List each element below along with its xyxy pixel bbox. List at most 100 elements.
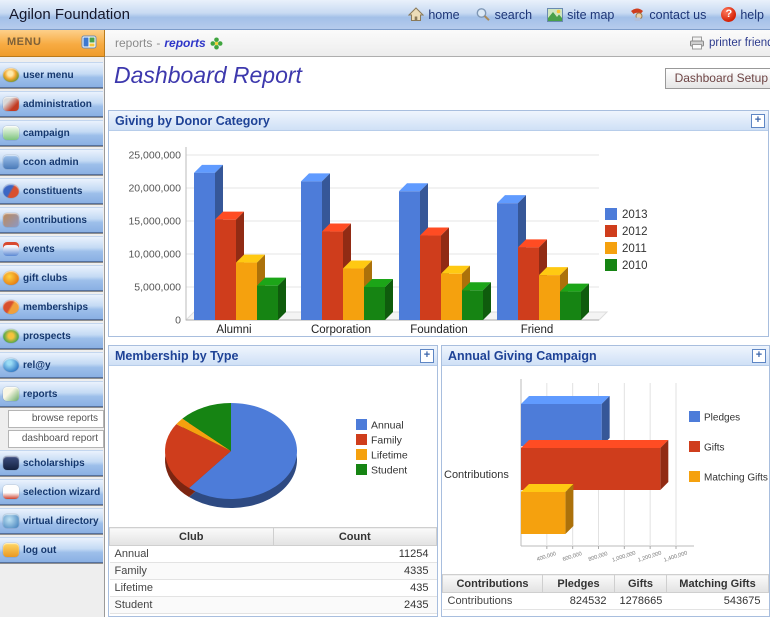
- printer-icon: [690, 36, 704, 50]
- nav-site-map[interactable]: site map: [547, 7, 615, 22]
- sidebar-item-campaign[interactable]: campaign: [0, 120, 103, 146]
- sidebar-item-events[interactable]: events: [0, 236, 103, 262]
- svg-text:Foundation: Foundation: [410, 324, 468, 336]
- svg-text:0: 0: [175, 315, 181, 327]
- sidebar-item-label: selection wizard: [23, 486, 101, 498]
- sidebar-item-memberships[interactable]: memberships: [0, 294, 103, 320]
- row-label-cell: Contributions: [442, 592, 543, 610]
- campaign-table: Contributions Pledges Gifts Matching Gif…: [442, 574, 769, 610]
- nav-contact-us[interactable]: contact us: [629, 7, 706, 22]
- sidebar-item-gift-clubs[interactable]: gift clubs: [0, 265, 103, 291]
- sidebar: user menu administration campaign ccon a…: [0, 57, 105, 617]
- table-row: Annual 11254: [109, 545, 437, 563]
- svg-text:400,000: 400,000: [536, 551, 557, 563]
- sidebar-item-label: scholarships: [23, 457, 85, 469]
- printer-friendly-link[interactable]: printer friendly: [689, 30, 770, 56]
- sidebar-item-label: ccon admin: [23, 156, 79, 168]
- svg-text:2012: 2012: [622, 226, 648, 238]
- giving-panel-body: 0 5,000,000 10,000,000 15,000,000 20,000,000…: [109, 131, 768, 337]
- search-icon: [476, 8, 490, 21]
- sidebar-item-label: virtual directory: [23, 515, 99, 527]
- svg-text:Friend: Friend: [521, 324, 554, 336]
- giving-by-donor-category-panel: Giving by Donor Category + 0 5,000,000 10,…: [108, 110, 769, 337]
- dashboard-setup-button[interactable]: Dashboard Setup: [664, 68, 770, 89]
- sidebar-item-ccon-admin[interactable]: ccon admin: [0, 149, 103, 175]
- sidebar-item-label: memberships: [23, 301, 89, 313]
- svg-text:Student: Student: [371, 465, 407, 477]
- campaign-bar-chart: 400,000 600,000 800,000 1,000,000 1,200,000 1…: [444, 379, 768, 564]
- sidebar-item-label: administration: [23, 98, 92, 110]
- selection-wizard-icon: [3, 485, 19, 499]
- sidebar-item-constituents[interactable]: constituents: [0, 178, 103, 204]
- scholarships-icon: [3, 456, 19, 470]
- campaign-table-header-contributions: Contributions: [442, 574, 543, 593]
- membership-table: Club Count Annual 11254 Family 4335 Lifeti…: [109, 527, 437, 614]
- breadcrumb-bar: reports - reports printer friendly: [105, 30, 770, 57]
- expand-icon[interactable]: +: [420, 349, 434, 363]
- sidebar-subitem-label: dashboard report: [21, 433, 98, 444]
- svg-text:10,000,000: 10,000,000: [128, 249, 181, 261]
- count-cell: 435: [273, 579, 437, 597]
- relay-globe-icon: [3, 358, 19, 372]
- sidebar-subitem-dashboard-report[interactable]: dashboard report: [8, 430, 104, 448]
- svg-text:15,000,000: 15,000,000: [128, 216, 181, 228]
- svg-text:20,000,000: 20,000,000: [128, 183, 181, 195]
- sidebar-item-relay[interactable]: rel@y: [0, 352, 103, 378]
- svg-text:Matching Gifts: Matching Gifts: [704, 473, 768, 484]
- expand-icon[interactable]: +: [751, 114, 765, 128]
- breadcrumb-current[interactable]: reports: [164, 30, 205, 56]
- nav-home[interactable]: home: [408, 7, 460, 22]
- help-icon: ?: [721, 7, 737, 22]
- sidebar-subitem-label: browse reports: [31, 413, 98, 424]
- svg-text:1,400,000: 1,400,000: [663, 550, 688, 563]
- sidebar-item-selection-wizard[interactable]: selection wizard: [0, 479, 103, 505]
- home-icon: [408, 7, 425, 21]
- expand-icon[interactable]: +: [752, 349, 766, 363]
- nav-help-label: help: [740, 7, 764, 22]
- user-menu-icon: [3, 68, 19, 82]
- breadcrumb-section[interactable]: reports: [115, 30, 152, 56]
- sidebar-item-prospects[interactable]: prospects: [0, 323, 103, 349]
- sidebar-item-label: events: [23, 243, 55, 255]
- sidebar-item-scholarships[interactable]: scholarships: [0, 450, 103, 476]
- nav-help[interactable]: ? help: [721, 7, 764, 22]
- svg-text:Family: Family: [371, 435, 403, 447]
- sidebar-item-label: contributions: [23, 214, 87, 226]
- membership-panel-body: Annual Family Lifetime Student Club Count A…: [109, 366, 437, 614]
- nav-site-map-label: site map: [567, 7, 615, 22]
- memberships-icon: [3, 300, 19, 314]
- top-nav: home search site map contact us ? help: [393, 7, 764, 22]
- reports-icon: [3, 387, 19, 401]
- nav-search[interactable]: search: [475, 7, 533, 22]
- matching-gifts-cell: 543675: [666, 592, 769, 610]
- campaign-panel-body: 400,000 600,000 800,000 1,000,000 1,200,000 1…: [442, 366, 769, 610]
- menu-bar[interactable]: MENU: [0, 30, 105, 57]
- constituents-icon: [3, 184, 19, 198]
- sidebar-subitem-browse-reports[interactable]: browse reports: [8, 410, 104, 428]
- sidebar-item-administration[interactable]: administration: [0, 91, 103, 117]
- sidebar-item-label: rel@y: [23, 359, 51, 371]
- sidebar-item-log-out[interactable]: log out: [0, 537, 103, 563]
- campaign-table-header-gifts: Gifts: [614, 574, 667, 593]
- pledges-cell: 824532: [542, 592, 615, 610]
- sidebar-item-user-menu[interactable]: user menu: [0, 62, 103, 88]
- svg-text:Pledges: Pledges: [704, 413, 740, 424]
- sidebar-item-reports[interactable]: reports: [0, 381, 103, 407]
- annual-giving-campaign-panel: Annual Giving Campaign + 400,000 600,000 8…: [441, 345, 770, 617]
- club-cell: Family: [109, 562, 273, 580]
- table-row: Family 4335: [109, 562, 437, 580]
- svg-text:Contributions: Contributions: [444, 469, 509, 481]
- svg-text:Gifts: Gifts: [704, 443, 725, 454]
- campaign-icon: [3, 126, 19, 140]
- sidebar-item-virtual-directory[interactable]: virtual directory: [0, 508, 103, 534]
- sidebar-item-label: gift clubs: [23, 272, 68, 284]
- site-map-icon: [547, 7, 564, 22]
- sidebar-item-label: log out: [23, 544, 57, 556]
- nav-search-label: search: [494, 7, 533, 22]
- giving-bar-chart: 0 5,000,000 10,000,000 15,000,000 20,000,000…: [128, 147, 648, 336]
- sidebar-item-contributions[interactable]: contributions: [0, 207, 103, 233]
- campaign-table-header-pledges: Pledges: [542, 574, 615, 593]
- svg-text:25,000,000: 25,000,000: [128, 150, 181, 162]
- sidebar-item-label: user menu: [23, 69, 74, 81]
- count-cell: 4335: [273, 562, 437, 580]
